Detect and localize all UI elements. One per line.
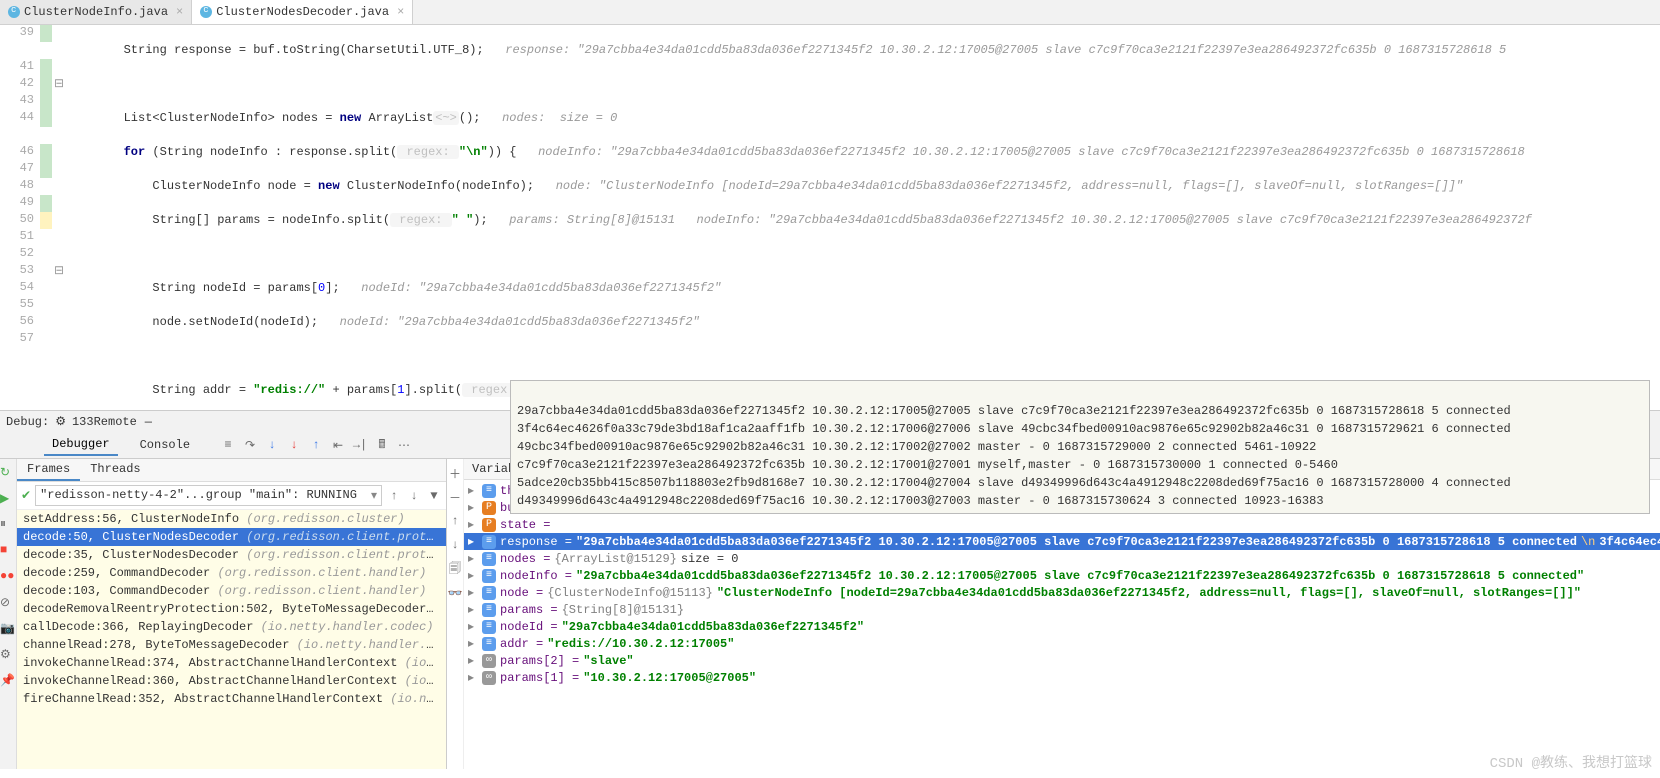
stack-frame[interactable]: decodeRemovalReentryProtection:502, Byte… — [17, 600, 446, 618]
java-icon — [200, 6, 212, 18]
up-icon[interactable]: ↑ — [447, 513, 463, 529]
var-response[interactable]: ▸≡ response = "29a7cbba4e34da01cdd5ba83d… — [464, 533, 1660, 550]
step-over-icon[interactable]: ↷ — [242, 437, 258, 453]
debug-sidestrip: ↻ ▶ ⏸ ■ ●● ⊘ 📷 ⚙ 📌 — [0, 459, 17, 769]
fold-gutter: ⊟⊟ — [52, 25, 66, 410]
line-gutter: 39 4142 4344 464748 495051 525354 555657 — [0, 25, 40, 410]
frames-list[interactable]: setAddress:56, ClusterNodeInfo (org.redi… — [17, 510, 446, 769]
stack-frame[interactable]: callDecode:366, ReplayingDecoder (io.net… — [17, 618, 446, 636]
coverage-gutter — [40, 25, 52, 410]
stack-frame[interactable]: decode:35, ClusterNodesDecoder (org.redi… — [17, 546, 446, 564]
step-into-icon[interactable]: ↓ — [264, 437, 280, 453]
tab-debugger[interactable]: Debugger — [44, 434, 118, 456]
value-popup: 29a7cbba4e34da01cdd5ba83da036ef2271345f2… — [510, 380, 1650, 514]
gear-icon[interactable]: ⚙ — [55, 414, 66, 429]
stack-frame[interactable]: invokeChannelRead:360, AbstractChannelHa… — [17, 672, 446, 690]
resume-icon[interactable]: ▶ — [0, 491, 16, 507]
filter-icon[interactable]: ▼ — [426, 488, 442, 504]
force-step-into-icon[interactable]: ↓ — [286, 437, 302, 453]
tab-console[interactable]: Console — [132, 435, 198, 455]
down-icon[interactable]: ↓ — [447, 537, 463, 553]
step-out-icon[interactable]: ↑ — [308, 437, 324, 453]
glasses-icon[interactable]: 👓 — [447, 585, 463, 601]
tab-clusternodeinfo[interactable]: ClusterNodeInfo.java × — [0, 0, 192, 24]
code-editor[interactable]: 39 4142 4344 464748 495051 525354 555657… — [0, 25, 1660, 410]
rerun-icon[interactable]: ↻ — [0, 465, 16, 481]
breakpoints-icon[interactable]: ●● — [0, 569, 16, 585]
next-frame-icon[interactable]: ↓ — [406, 488, 422, 504]
drop-frame-icon[interactable]: ⇤ — [330, 437, 346, 453]
tab-frames[interactable]: Frames — [17, 459, 80, 481]
debug-label: Debug: — [6, 415, 49, 429]
settings-icon[interactable]: ⚙ — [0, 647, 16, 663]
stop-icon[interactable]: ■ — [0, 543, 16, 559]
prev-frame-icon[interactable]: ↑ — [386, 488, 402, 504]
variables-tree[interactable]: ▸≡ this = ▸P buf = ▸P state = ▸≡ respons… — [464, 480, 1660, 769]
close-icon[interactable]: × — [176, 5, 183, 19]
tab-clusternodesdecoder[interactable]: ClusterNodesDecoder.java × — [192, 0, 413, 24]
tab-label: ClusterNodesDecoder.java — [216, 5, 389, 19]
pause-icon[interactable]: ⏸ — [0, 517, 16, 533]
stack-frame[interactable]: invokeChannelRead:374, AbstractChannelHa… — [17, 654, 446, 672]
debug-config[interactable]: 133Remote — [72, 415, 137, 429]
stack-frame[interactable]: fireChannelRead:352, AbstractChannelHand… — [17, 690, 446, 708]
java-icon — [8, 6, 20, 18]
code-area[interactable]: String response = buf.toString(CharsetUt… — [66, 25, 1660, 410]
minimize-icon[interactable]: — — [145, 415, 152, 429]
run-to-cursor-icon[interactable]: →| — [352, 437, 368, 453]
more-icon[interactable]: ⋯ — [396, 437, 412, 453]
stack-frame[interactable]: decode:50, ClusterNodesDecoder (org.redi… — [17, 528, 446, 546]
tab-label: ClusterNodeInfo.java — [24, 5, 168, 19]
thread-selector[interactable]: "redisson-netty-4-2"...group "main": RUN… — [35, 485, 382, 506]
watermark: CSDN @教练、我想打篮球 — [1490, 752, 1652, 772]
step-over-icon[interactable]: ≡ — [220, 437, 236, 453]
stack-frame[interactable]: decode:259, CommandDecoder (org.redisson… — [17, 564, 446, 582]
thread-selector-row: ✔ "redisson-netty-4-2"...group "main": R… — [17, 482, 446, 510]
remove-watch-icon[interactable]: － — [447, 489, 463, 505]
pin-icon[interactable]: 📌 — [0, 673, 16, 689]
camera-icon[interactable]: 📷 — [0, 621, 16, 637]
vars-toolbar: ＋ － ↑ ↓ 🗐 👓 — [447, 459, 464, 769]
frames-panel: FramesThreads ✔ "redisson-netty-4-2"...g… — [17, 459, 447, 769]
editor-tabs: ClusterNodeInfo.java × ClusterNodesDecode… — [0, 0, 1660, 25]
mute-bp-icon[interactable]: ⊘ — [0, 595, 16, 611]
close-icon[interactable]: × — [397, 5, 404, 19]
stack-frame[interactable]: setAddress:56, ClusterNodeInfo (org.redi… — [17, 510, 446, 528]
tab-threads[interactable]: Threads — [80, 459, 150, 481]
stack-frame[interactable]: decode:103, CommandDecoder (org.redisson… — [17, 582, 446, 600]
stack-frame[interactable]: channelRead:278, ByteToMessageDecoder (i… — [17, 636, 446, 654]
check-icon: ✔ — [21, 488, 31, 503]
add-watch-icon[interactable]: ＋ — [447, 465, 463, 481]
evaluate-icon[interactable]: 🖩 — [374, 437, 390, 453]
copy-icon[interactable]: 🗐 — [447, 561, 463, 577]
